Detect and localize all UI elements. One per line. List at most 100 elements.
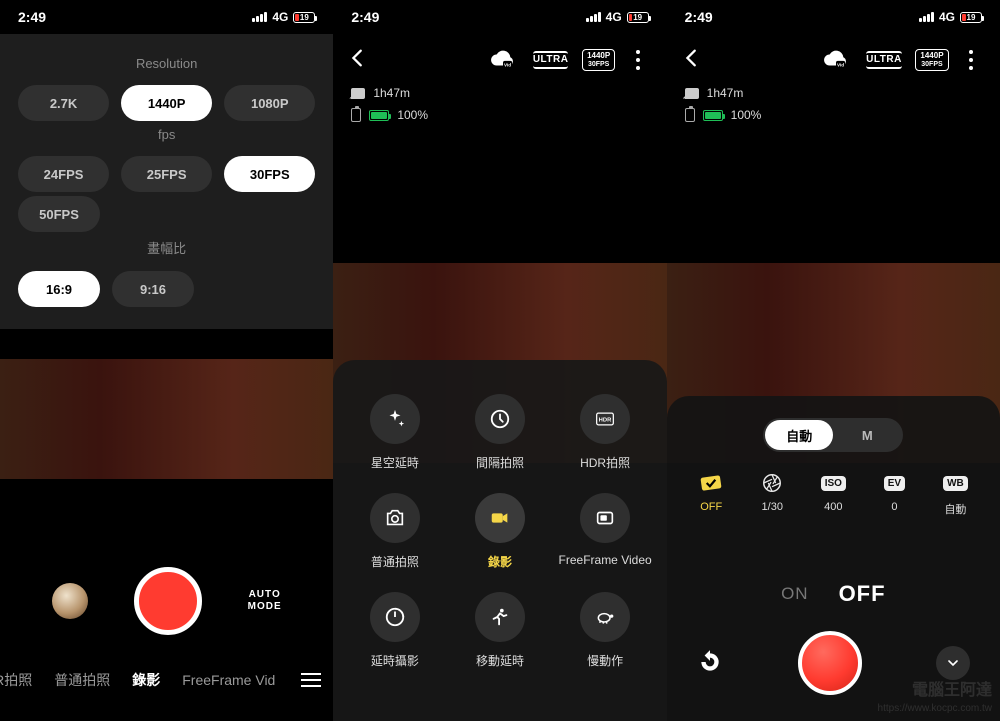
mode-label: 間隔拍照 <box>476 454 524 471</box>
turtle-icon <box>580 592 630 642</box>
mode-hdr[interactable]: HDRHDR拍照 <box>556 394 655 471</box>
mode-label: 普通拍照 <box>371 553 419 570</box>
param-value: 自動 <box>944 501 966 517</box>
status-bar: 2:49 4G 19 <box>333 0 666 34</box>
menu-icon[interactable] <box>297 669 325 691</box>
mode-hyperlapse[interactable]: 移動延時 <box>450 592 549 669</box>
res-2-7k[interactable]: 2.7K <box>18 85 109 121</box>
cloud-video-icon[interactable]: Vid <box>479 49 527 71</box>
screen-mode-grid: 2:49 4G 19 Vid ULTRA 1440P30FPS <box>333 0 666 721</box>
status-time: 2:49 <box>18 9 46 25</box>
camera-preview <box>0 359 333 479</box>
settings-panel: Resolution 2.7K 1440P 1080P fps 24FPS 25… <box>0 34 333 329</box>
record-button[interactable] <box>134 567 202 635</box>
iso-icon: ISO <box>821 476 846 491</box>
battery-percent: 100% <box>731 108 762 122</box>
gallery-thumbnail[interactable] <box>52 583 88 619</box>
hdr-icon: HDR <box>580 394 630 444</box>
mode-label: FreeFrame Video <box>559 553 652 567</box>
resolution-label: Resolution <box>18 56 315 71</box>
aspect-9-16[interactable]: 9:16 <box>112 271 194 307</box>
mode-picker-panel: 星空延時 間隔拍照 HDRHDR拍照普通拍照 錄影 FreeFrame Video 延時攝… <box>333 360 666 721</box>
mode-photo[interactable]: 普通拍照 <box>54 670 110 690</box>
toggle-on[interactable]: ON <box>781 584 809 604</box>
mode-photo[interactable]: 普通拍照 <box>345 493 444 570</box>
wb-icon: WB <box>943 476 968 491</box>
ultra-button[interactable]: ULTRA <box>860 51 908 69</box>
device-battery-icon <box>685 108 695 122</box>
run-icon <box>475 592 525 642</box>
more-menu-icon[interactable] <box>965 46 977 74</box>
battery-icon: 19 <box>960 12 982 23</box>
param-value: 0 <box>891 501 897 513</box>
mode-label: 延時攝影 <box>371 652 419 669</box>
aspect-16-9[interactable]: 16:9 <box>18 271 100 307</box>
battery-icon: 19 <box>293 12 315 23</box>
bottom-controls: AUTO MODE DR拍照 普通拍照 錄影 FreeFrame Vid <box>0 481 333 721</box>
clock-icon <box>475 394 525 444</box>
cloud-video-icon[interactable]: Vid <box>812 49 860 71</box>
param-wb[interactable]: WB 自動 <box>941 472 969 517</box>
ultra-button[interactable]: ULTRA <box>527 51 575 69</box>
mode-strip[interactable]: DR拍照 普通拍照 錄影 FreeFrame Vid <box>0 669 333 691</box>
mode-timelapse[interactable]: 延時攝影 <box>345 592 444 669</box>
param-stab[interactable]: OFF <box>697 472 725 517</box>
resolution-chip[interactable]: 1440P30FPS <box>908 49 956 71</box>
record-button[interactable] <box>798 631 862 695</box>
header-bar: Vid ULTRA 1440P30FPS <box>333 38 666 82</box>
back-button[interactable] <box>681 47 709 74</box>
param-iso[interactable]: ISO400 <box>819 472 847 517</box>
auto-manual-segment[interactable]: 自動 M <box>763 418 903 452</box>
mode-label: 星空延時 <box>371 454 419 471</box>
stab-icon <box>697 472 725 494</box>
param-toggle[interactable]: ON OFF <box>667 581 1000 607</box>
param-value: 1/30 <box>762 501 783 513</box>
fps-30[interactable]: 30FPS <box>224 156 315 192</box>
mode-interval[interactable]: 間隔拍照 <box>450 394 549 471</box>
seg-manual[interactable]: M <box>833 420 901 450</box>
resolution-chip[interactable]: 1440P30FPS <box>575 49 623 71</box>
manual-panel: 自動 M OFF 1/30 ISO400 EV0 WB 自動 ON OFF <box>667 396 1000 721</box>
mode-starlapse[interactable]: 星空延時 <box>345 394 444 471</box>
battery-full-icon <box>703 110 723 121</box>
mode-video[interactable]: 錄影 <box>450 493 549 570</box>
mode-label: 移動延時 <box>476 652 524 669</box>
wb-icon: WB <box>941 472 969 494</box>
timelapse-icon <box>370 592 420 642</box>
reset-button[interactable] <box>697 649 725 677</box>
fps-label: fps <box>18 127 315 142</box>
fps-25[interactable]: 25FPS <box>121 156 212 192</box>
svg-text:Vid: Vid <box>504 62 511 67</box>
status-bar: 2:49 4G 19 <box>667 0 1000 34</box>
mode-slowmo[interactable]: 慢動作 <box>556 592 655 669</box>
more-menu-icon[interactable] <box>632 46 644 74</box>
param-value: OFF <box>700 501 722 513</box>
fps-24[interactable]: 24FPS <box>18 156 109 192</box>
toggle-off[interactable]: OFF <box>839 581 886 607</box>
param-ev[interactable]: EV0 <box>880 472 908 517</box>
mode-label: 錄影 <box>488 553 512 570</box>
fps-50[interactable]: 50FPS <box>18 196 100 232</box>
storage-remaining: 1h47m <box>707 86 744 100</box>
mode-freeframe[interactable]: FreeFrame Video <box>556 493 655 570</box>
back-button[interactable] <box>347 47 375 74</box>
mode-hdr-photo[interactable]: DR拍照 <box>0 670 32 690</box>
signal-icon <box>252 12 267 22</box>
collapse-button[interactable] <box>936 646 970 680</box>
res-1440p[interactable]: 1440P <box>121 85 212 121</box>
res-1080p[interactable]: 1080P <box>224 85 315 121</box>
mode-video[interactable]: 錄影 <box>132 670 160 690</box>
param-shutter[interactable]: 1/30 <box>758 472 786 517</box>
battery-percent: 100% <box>397 108 428 122</box>
seg-auto[interactable]: 自動 <box>765 420 833 450</box>
mode-freeframe[interactable]: FreeFrame Vid <box>182 672 275 688</box>
freeframe-icon <box>580 493 630 543</box>
status-time: 2:49 <box>685 9 713 25</box>
svg-text:Vid: Vid <box>837 62 844 67</box>
auto-mode-button[interactable]: AUTO MODE <box>248 589 282 613</box>
screen-manual-settings: 2:49 4G 19 Vid ULTRA 1440P30FPS <box>667 0 1000 721</box>
battery-icon: 19 <box>627 12 649 23</box>
sd-card-icon <box>351 88 365 99</box>
mode-label: 慢動作 <box>587 652 623 669</box>
video-icon <box>475 493 525 543</box>
